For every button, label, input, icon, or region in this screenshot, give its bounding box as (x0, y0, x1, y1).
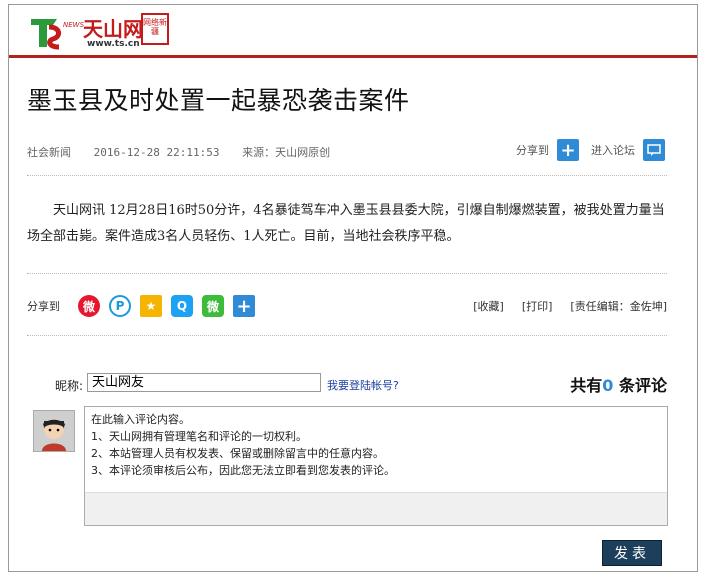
logo-mark-icon (31, 19, 61, 50)
placeholder-line: 在此输入评论内容。 (91, 413, 190, 426)
article-category[interactable]: 社会新闻 (27, 146, 71, 159)
nickname-label: 昵称: (55, 379, 84, 393)
avatar (33, 410, 75, 452)
logo-news-text: NEWS (63, 21, 85, 29)
share-icons: 微 P ★ Q 微 + (78, 295, 264, 317)
pinterest-icon[interactable]: P (109, 295, 131, 317)
article-body: 天山网讯 12月28日16时50分许，4名暴徒驾车冲入墨玉县县委大院，引爆自制爆… (27, 198, 667, 250)
comment-placeholder[interactable]: 在此输入评论内容。 1、天山网拥有管理笔名和评论的一切权利。 2、本站管理人员有… (85, 407, 667, 493)
article-source: 来源：天山网原创 (242, 146, 331, 159)
count-suffix: 条评论 (618, 376, 667, 395)
wechat-icon[interactable]: 微 (202, 295, 224, 317)
comment-textarea[interactable]: 在此输入评论内容。 1、天山网拥有管理笔名和评论的一切权利。 2、本站管理人员有… (84, 406, 668, 526)
comment-count: 共有0 条评论 (570, 372, 667, 396)
forum-label[interactable]: 进入论坛 (591, 142, 635, 158)
count-prefix: 共有 (570, 376, 603, 395)
submit-button[interactable]: 发表 (602, 540, 662, 566)
divider (27, 273, 667, 274)
share-plus-icon[interactable]: + (557, 139, 579, 161)
nickname-input[interactable]: 天山网友 (87, 373, 321, 392)
bottom-share-bar: 分享到 微 P ★ Q 微 + [收藏] [打印] [责任编辑：金佐坤] (27, 293, 667, 319)
seal-logo: 网络新疆 (141, 13, 169, 45)
article-actions: [收藏] [打印] [责任编辑：金佐坤] (455, 298, 667, 314)
placeholder-line: 1、天山网拥有管理笔名和评论的一切权利。 (91, 430, 307, 443)
divider (27, 175, 667, 176)
qzone-star-icon[interactable]: ★ (140, 295, 162, 317)
collect-link[interactable]: [收藏] (473, 298, 504, 314)
divider (27, 335, 667, 336)
logo-name: 天山网 (83, 17, 143, 41)
site-header: NEWS 天山网 www.ts.cn 网络新疆 (9, 5, 697, 58)
placeholder-line: 2、本站管理人员有权发表、保留或删除留言中的任意内容。 (91, 447, 384, 460)
count-number: 0 (602, 376, 614, 395)
bottom-share-label: 分享到 (27, 300, 60, 313)
top-share-bar: 分享到 + 进入论坛 (516, 139, 665, 161)
logo-url: www.ts.cn (87, 39, 140, 49)
print-link[interactable]: [打印] (522, 298, 553, 314)
user-avatar-icon (34, 411, 74, 451)
weibo-icon[interactable]: 微 (78, 295, 100, 317)
article-paragraph: 天山网讯 12月28日16时50分许，4名暴徒驾车冲入墨玉县县委大院，引爆自制爆… (27, 203, 665, 244)
placeholder-line: 3、本评论须审核后公布，因此您无法立即看到您发表的评论。 (91, 464, 395, 477)
page-frame: NEWS 天山网 www.ts.cn 网络新疆 墨玉县及时处置一起暴恐袭击案件 … (8, 4, 698, 572)
editor-credit: [责任编辑：金佐坤] (570, 300, 667, 313)
forum-chat-icon[interactable] (643, 139, 665, 161)
qq-icon[interactable]: Q (171, 295, 193, 317)
plus-icon[interactable]: + (233, 295, 255, 317)
share-label: 分享到 (516, 144, 549, 157)
article-title: 墨玉县及时处置一起暴恐袭击案件 (27, 86, 410, 115)
article-datetime: 2016-12-28 22:11:53 (93, 146, 220, 159)
article-meta: 社会新闻 2016-12-28 22:11:53 来源：天山网原创 (27, 144, 346, 160)
login-link[interactable]: 我要登陆帐号? (327, 377, 399, 393)
